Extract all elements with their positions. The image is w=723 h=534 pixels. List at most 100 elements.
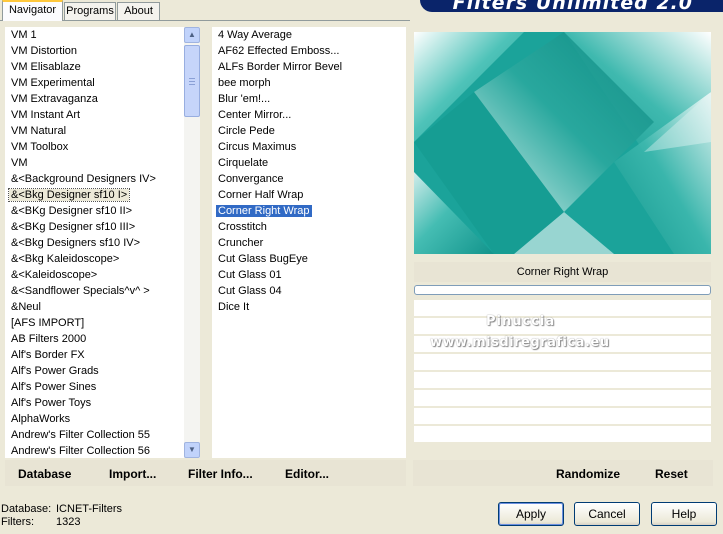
filter-item-label: Center Mirror... (218, 109, 292, 121)
tab-navigator[interactable]: Navigator (2, 0, 63, 21)
title-banner: Filters Unlimited 2.0 (420, 0, 723, 12)
apply-button[interactable]: Apply (498, 502, 564, 526)
category-item[interactable]: Andrew's Filter Collection 56 (5, 443, 184, 458)
filter-item[interactable]: Corner Half Wrap (212, 187, 406, 203)
filter-info-button[interactable]: Filter Info... (188, 467, 253, 481)
filter-item[interactable]: Blur 'em!... (212, 91, 406, 107)
category-item-label: &<BKg Designer sf10 II> (11, 205, 133, 217)
category-item[interactable]: VM Elisablaze (5, 59, 184, 75)
category-item[interactable]: [AFS IMPORT] (5, 315, 184, 331)
import-button[interactable]: Import... (109, 467, 156, 481)
scroll-up-button[interactable]: ▲ (184, 27, 200, 43)
category-item-label: &Neul (11, 301, 41, 313)
category-item[interactable]: VM Experimental (5, 75, 184, 91)
tab-programs[interactable]: Programs (64, 2, 116, 20)
category-item-label: VM 1 (11, 29, 37, 41)
filter-item-label: Convergance (218, 173, 284, 185)
category-item[interactable]: &<Background Designers IV> (5, 171, 184, 187)
category-item[interactable]: VM Distortion (5, 43, 184, 59)
category-item[interactable]: VM Extravaganza (5, 91, 184, 107)
category-item[interactable]: &<Sandflower Specials^v^ > (5, 283, 184, 299)
category-item-label: Andrew's Filter Collection 56 (11, 445, 151, 457)
category-item-label: VM Instant Art (11, 109, 81, 121)
filter-item-label: AF62 Effected Emboss... (218, 45, 340, 57)
filter-item[interactable]: Cut Glass BugEye (212, 251, 406, 267)
filter-item[interactable]: Cut Glass 01 (212, 267, 406, 283)
watermark-line1: Pinuccia (486, 314, 556, 329)
category-item-label: VM Experimental (11, 77, 95, 89)
category-item[interactable]: VM 1 (5, 27, 184, 43)
category-item[interactable]: AB Filters 2000 (5, 331, 184, 347)
filter-item[interactable]: ALFs Border Mirror Bevel (212, 59, 406, 75)
scroll-down-button[interactable]: ▼ (184, 442, 200, 458)
help-button[interactable]: Help (651, 502, 717, 526)
category-item-label: [AFS IMPORT] (11, 317, 85, 329)
filter-item-label: Dice It (218, 301, 250, 313)
filter-item-label: Cut Glass BugEye (218, 253, 308, 265)
category-item-label: AlphaWorks (11, 413, 71, 425)
category-item[interactable]: Alf's Power Sines (5, 379, 184, 395)
filter-item[interactable]: Cirquelate (212, 155, 406, 171)
category-item[interactable]: &<Kaleidoscope> (5, 267, 184, 283)
filter-item[interactable]: Corner Right Wrap (212, 203, 406, 219)
category-item-label: Alf's Power Toys (11, 397, 92, 409)
filter-item[interactable]: Circle Pede (212, 123, 406, 139)
filter-item-label: Corner Right Wrap (216, 205, 312, 217)
filter-item[interactable]: AF62 Effected Emboss... (212, 43, 406, 59)
database-button[interactable]: Database (18, 467, 71, 481)
parameter-area (414, 300, 711, 444)
filter-item[interactable]: 4 Way Average (212, 27, 406, 43)
category-item-label: &<Kaleidoscope> (11, 269, 98, 281)
filters-count-label: Filters: (1, 516, 34, 528)
category-item[interactable]: VM Toolbox (5, 139, 184, 155)
filter-item[interactable]: Cruncher (212, 235, 406, 251)
filter-item-label: Cruncher (218, 237, 264, 249)
category-item[interactable]: Alf's Power Grads (5, 363, 184, 379)
category-item-label: &<Background Designers IV> (11, 173, 156, 185)
category-item-label: &<BKg Designer sf10 III> (11, 221, 136, 233)
editor-button[interactable]: Editor... (285, 467, 329, 481)
category-item[interactable]: Alf's Power Toys (5, 395, 184, 411)
category-item-label: &<Bkg Designers sf10 IV> (11, 237, 141, 249)
filter-item-label: ALFs Border Mirror Bevel (218, 61, 343, 73)
filter-item-label: Circus Maximus (218, 141, 297, 153)
filter-item-label: Cut Glass 01 (218, 269, 282, 281)
filter-item-label: 4 Way Average (218, 29, 292, 41)
category-item[interactable]: VM (5, 155, 184, 171)
banner-title: Filters Unlimited 2.0 (452, 0, 693, 12)
scroll-thumb[interactable] (184, 45, 200, 117)
category-item[interactable]: &Neul (5, 299, 184, 315)
tab-about[interactable]: About (117, 2, 160, 20)
preview-filter-name: Corner Right Wrap (414, 262, 711, 282)
filter-item-label: Blur 'em!... (218, 93, 271, 105)
category-item[interactable]: &<BKg Designer sf10 II> (5, 203, 184, 219)
filter-item[interactable]: Cut Glass 04 (212, 283, 406, 299)
filter-item[interactable]: Dice It (212, 299, 406, 315)
category-item[interactable]: &<Bkg Designers sf10 IV> (5, 235, 184, 251)
filter-item[interactable]: Circus Maximus (212, 139, 406, 155)
category-item[interactable]: VM Instant Art (5, 107, 184, 123)
filter-item[interactable]: Center Mirror... (212, 107, 406, 123)
randomize-button[interactable]: Randomize (556, 467, 620, 481)
category-item[interactable]: &<Bkg Kaleidoscope> (5, 251, 184, 267)
category-item[interactable]: Alf's Border FX (5, 347, 184, 363)
category-item[interactable]: Andrew's Filter Collection 55 (5, 427, 184, 443)
category-list[interactable]: VM 1 VM Distortion VM Elisablaze VM Experim… (5, 27, 184, 458)
cancel-button[interactable]: Cancel (574, 502, 640, 526)
category-item[interactable]: &<BKg Designer sf10 III> (5, 219, 184, 235)
category-item-label: &<Bkg Designer sf10 I> (7, 188, 131, 202)
category-item[interactable]: VM Natural (5, 123, 184, 139)
category-scrollbar[interactable]: ▲ ▼ (184, 27, 200, 458)
watermark-line2: www.misdiregrafica.eu (430, 335, 610, 350)
filter-item[interactable]: Crosstitch (212, 219, 406, 235)
filter-item-label: Cut Glass 04 (218, 285, 282, 297)
filter-item[interactable]: bee morph (212, 75, 406, 91)
reset-button[interactable]: Reset (655, 467, 688, 481)
filter-list[interactable]: 4 Way Average AF62 Effected Emboss... ALFs… (212, 27, 406, 458)
category-item[interactable]: AlphaWorks (5, 411, 184, 427)
database-label: Database: (1, 503, 52, 515)
progress-bar (414, 285, 711, 295)
category-item[interactable]: &<Bkg Designer sf10 I> (5, 187, 184, 203)
filter-item[interactable]: Convergance (212, 171, 406, 187)
filter-item-label: Corner Half Wrap (218, 189, 304, 201)
